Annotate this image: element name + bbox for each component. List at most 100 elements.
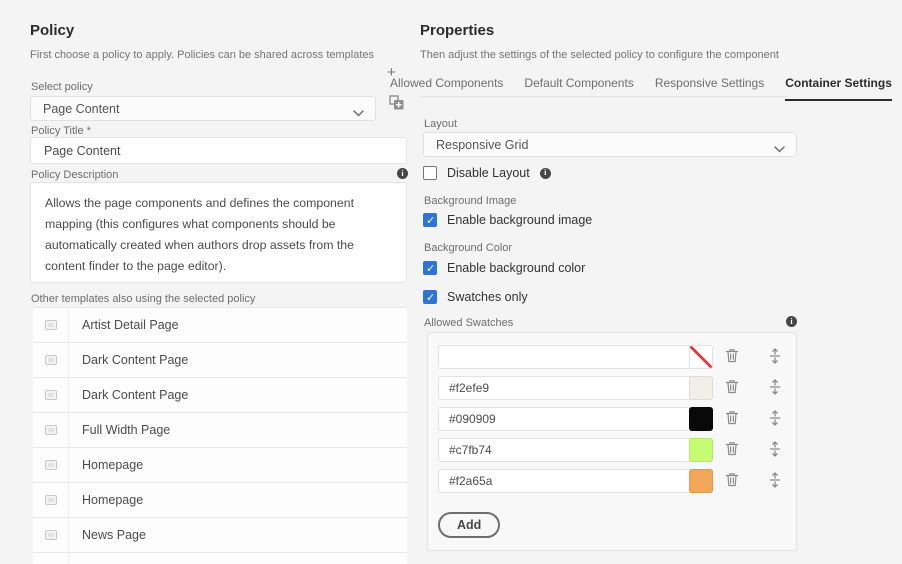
enable-background-image-checkbox[interactable]	[423, 213, 437, 228]
move-vertical-icon	[769, 378, 781, 398]
swatch-value-input[interactable]	[438, 345, 713, 369]
template-name: Dark Content Page	[82, 353, 189, 367]
swatch-value-input[interactable]	[438, 438, 713, 462]
move-vertical-icon	[769, 471, 781, 491]
delete-swatch-button[interactable]	[725, 472, 739, 490]
swatch-color-chip[interactable]	[689, 469, 713, 493]
swatch-row	[438, 407, 786, 431]
reorder-swatch-handle[interactable]	[769, 409, 781, 429]
disable-layout-row[interactable]: Disable Layout i	[423, 166, 551, 180]
page-icon	[44, 425, 57, 435]
templates-list: Artist Detail Page Dark Content Page Dar…	[33, 307, 407, 564]
trash-icon	[725, 441, 739, 459]
template-name: Homepage	[82, 458, 144, 472]
policy-panel-title: Policy	[30, 22, 75, 39]
swatch-color-chip-none[interactable]	[689, 345, 713, 369]
swatch-color-chip[interactable]	[689, 407, 713, 431]
template-list-item[interactable]: Dark Content Page	[33, 343, 407, 378]
tab-allowed-components[interactable]: Allowed Components	[390, 76, 503, 101]
layout-value: Responsive Grid	[436, 137, 529, 152]
policy-properties-dialog: Policy First choose a policy to apply. P…	[0, 0, 902, 564]
template-name: Homepage	[82, 493, 144, 507]
properties-panel-title: Properties	[420, 22, 495, 39]
enable-background-image-row[interactable]: Enable background image	[423, 213, 593, 228]
policy-title-input[interactable]	[30, 137, 407, 164]
properties-tabs: Allowed Components Default Components Re…	[390, 76, 902, 101]
properties-panel-subtitle: Then adjust the settings of the selected…	[420, 49, 779, 61]
disable-layout-label: Disable Layout	[447, 166, 530, 180]
background-image-label: Background Image	[424, 195, 517, 207]
enable-background-color-label: Enable background color	[447, 261, 586, 275]
template-list-item[interactable]: Homepage	[33, 448, 407, 483]
template-list-item[interactable]: Homepage	[33, 483, 407, 518]
move-vertical-icon	[769, 347, 781, 367]
page-icon	[44, 530, 57, 540]
page-icon	[44, 390, 57, 400]
tab-container-settings[interactable]: Container Settings	[785, 76, 892, 101]
policy-description-info-icon: i	[397, 168, 408, 179]
allowed-swatches-label: Allowed Swatches	[424, 317, 514, 329]
templates-list-label: Other templates also using the selected …	[31, 293, 256, 305]
swatch-row	[438, 469, 786, 493]
delete-swatch-button[interactable]	[725, 441, 739, 459]
trash-icon	[725, 379, 739, 397]
move-vertical-icon	[769, 440, 781, 460]
chevron-down-icon	[353, 106, 364, 120]
allowed-swatches-panel: Add	[427, 332, 797, 551]
page-icon	[44, 495, 57, 505]
swatch-color-chip[interactable]	[689, 438, 713, 462]
chevron-down-icon	[774, 142, 785, 156]
trash-icon	[725, 348, 739, 366]
page-icon	[44, 320, 57, 330]
swatch-value-input[interactable]	[438, 376, 713, 400]
reorder-swatch-handle[interactable]	[769, 347, 781, 367]
template-list-item[interactable]: Dark Content Page	[33, 378, 407, 413]
swatch-row	[438, 376, 786, 400]
layout-label: Layout	[424, 118, 458, 130]
trash-icon	[725, 472, 739, 490]
template-list-item[interactable]: News Page	[33, 518, 407, 553]
select-policy-dropdown[interactable]: Page Content	[30, 96, 376, 121]
move-vertical-icon	[769, 409, 781, 429]
swatch-value-input[interactable]	[438, 469, 713, 493]
page-icon	[44, 460, 57, 470]
template-list-item[interactable]: Artist Detail Page	[33, 308, 407, 343]
enable-background-color-row[interactable]: Enable background color	[423, 261, 586, 276]
delete-swatch-button[interactable]	[725, 348, 739, 366]
add-swatch-button[interactable]: Add	[438, 512, 501, 538]
template-name: News Page	[82, 528, 146, 542]
policy-description-textarea[interactable]: Allows the page components and defines t…	[30, 182, 407, 283]
background-color-label: Background Color	[424, 242, 513, 254]
enable-background-color-checkbox[interactable]	[423, 261, 437, 276]
template-list-item[interactable]	[33, 553, 407, 564]
delete-swatch-button[interactable]	[725, 379, 739, 397]
template-name	[69, 553, 82, 564]
layout-dropdown[interactable]: Responsive Grid	[423, 132, 797, 157]
policy-panel-subtitle: First choose a policy to apply. Policies…	[30, 49, 375, 61]
reorder-swatch-handle[interactable]	[769, 471, 781, 491]
reorder-swatch-handle[interactable]	[769, 440, 781, 460]
disable-layout-checkbox[interactable]	[423, 166, 437, 180]
template-name: Artist Detail Page	[82, 318, 179, 332]
swatches-only-label: Swatches only	[447, 290, 528, 304]
template-name: Full Width Page	[82, 423, 171, 437]
enable-background-image-label: Enable background image	[447, 213, 593, 227]
swatch-row	[438, 438, 786, 462]
select-policy-value: Page Content	[43, 101, 120, 116]
swatches-only-row[interactable]: Swatches only	[423, 290, 528, 305]
swatch-value-input[interactable]	[438, 407, 713, 431]
swatches-only-checkbox[interactable]	[423, 290, 437, 305]
disable-layout-info-icon: i	[539, 167, 551, 179]
allowed-swatches-info-icon: i	[786, 316, 797, 327]
swatch-color-chip[interactable]	[689, 376, 713, 400]
tab-responsive-settings[interactable]: Responsive Settings	[655, 76, 764, 101]
tab-default-components[interactable]: Default Components	[524, 76, 633, 101]
select-policy-label: Select policy	[31, 81, 93, 93]
policy-description-label: Policy Description	[31, 169, 119, 181]
reorder-swatch-handle[interactable]	[769, 378, 781, 398]
page-icon	[44, 355, 57, 365]
delete-swatch-button[interactable]	[725, 410, 739, 428]
template-name: Dark Content Page	[82, 388, 189, 402]
template-list-item[interactable]: Full Width Page	[33, 413, 407, 448]
trash-icon	[725, 410, 739, 428]
